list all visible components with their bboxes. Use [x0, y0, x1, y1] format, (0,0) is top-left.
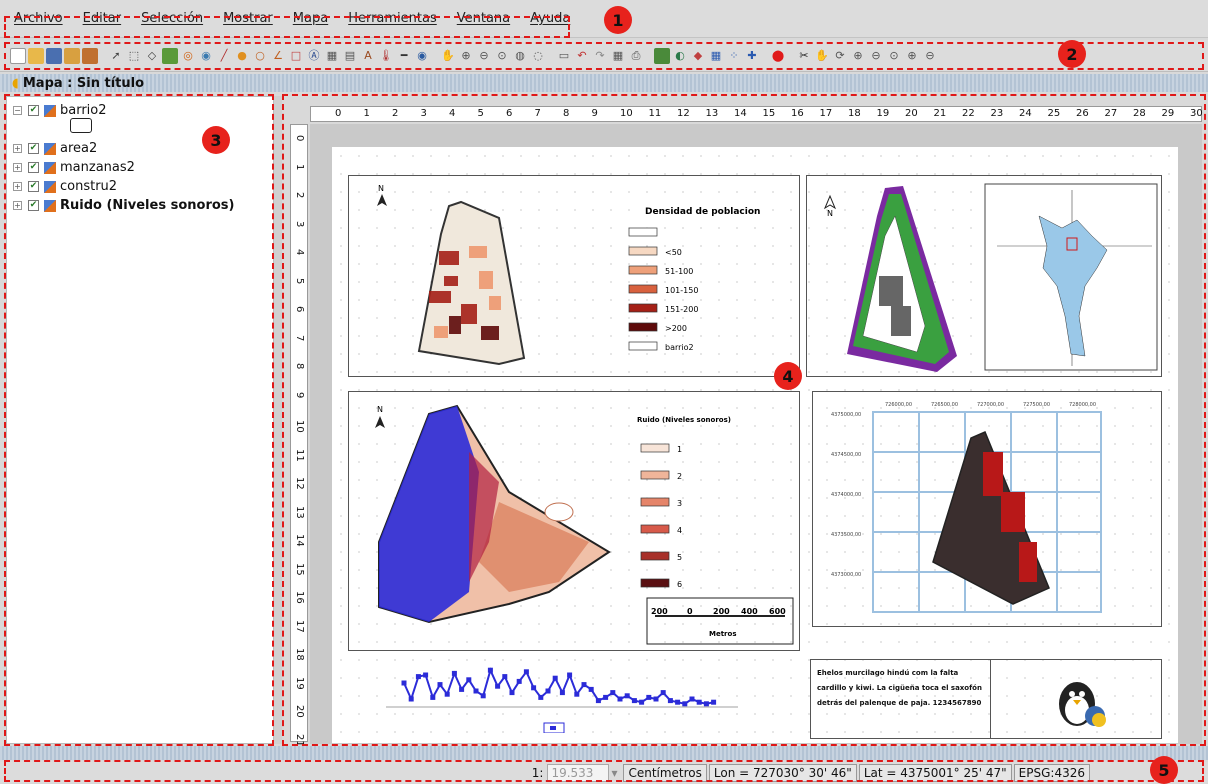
horizontal-scrollbar[interactable]	[0, 746, 1208, 760]
document-titlebar: ◖ Mapa : Sin título	[0, 74, 1208, 92]
callout-badge: 5	[1150, 756, 1178, 784]
callout-badge: 1	[604, 6, 632, 34]
map-document-icon: ◖	[12, 75, 19, 91]
callout-zone-status	[4, 760, 1204, 782]
splitter[interactable]	[274, 96, 282, 744]
callout-badge: 3	[202, 126, 230, 154]
callout-badge: 2	[1058, 40, 1086, 68]
callout-zone-canvas	[282, 94, 1206, 746]
document-title: Mapa : Sin título	[22, 75, 145, 91]
callout-badge: 4	[774, 362, 802, 390]
callout-zone-toc	[4, 94, 274, 746]
callout-zone-menubar	[4, 16, 570, 38]
callout-zone-toolbar	[4, 42, 1204, 70]
